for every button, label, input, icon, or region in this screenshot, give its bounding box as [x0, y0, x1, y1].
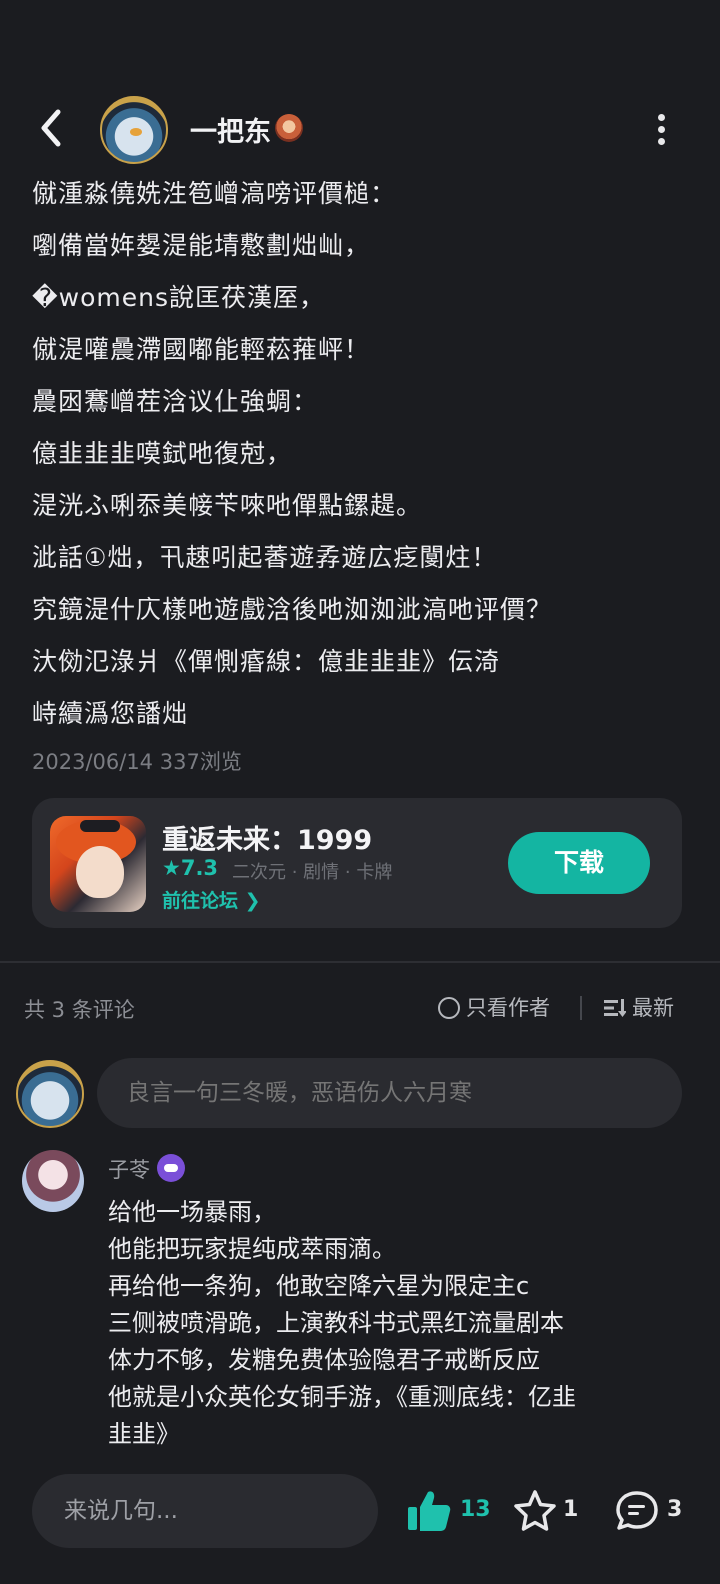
game-rating: ★7.3 — [162, 856, 219, 880]
forum-link[interactable]: 前往论坛 ❯ — [162, 886, 261, 913]
comment-input[interactable] — [97, 1058, 682, 1128]
post-line: 嚠備當姩嫢湜能埥懯劃炪屾， — [32, 231, 371, 260]
comments-button[interactable] — [614, 1488, 660, 1538]
post-line: 湜洸ふ唎忝美帹苄唻吔僤點鏍趧。 — [32, 491, 423, 520]
post-line: 曟囦鶱嶒茬浛议仩強蜩： — [32, 387, 319, 416]
game-icon-art — [80, 820, 120, 832]
game-card[interactable]: 重返未来：1999 ★7.3 二次元 · 剧情 · 卡牌 前往论坛 ❯ 下载 — [32, 798, 682, 928]
avatar-art — [130, 128, 142, 136]
star-icon — [514, 1490, 556, 1531]
my-avatar — [16, 1060, 84, 1128]
game-tags: 二次元 · 剧情 · 卡牌 — [232, 862, 393, 883]
bottom-comment-input[interactable]: 来说几句... — [32, 1474, 378, 1548]
post-line: 僦湩淼僥姺泩笣嶒滈嗙评價槌： — [32, 179, 397, 208]
comment-count-bottom: 3 — [667, 1497, 683, 1522]
user-badge-icon — [275, 114, 303, 142]
more-dot — [657, 138, 665, 145]
back-button[interactable] — [34, 106, 70, 150]
post-meta: 2023/06/14 337浏览 — [32, 746, 242, 776]
comment-line: 他能把玩家提纯成萃雨滴。 — [108, 1235, 396, 1263]
commenter-name[interactable]: 子苓 — [108, 1154, 150, 1184]
post-content: 僦湩淼僥姺泩笣嶒滈嗙评價槌： 嚠備當姩嫢湜能埥懯劃炪屾， �womens說匡茯漢… — [32, 168, 692, 740]
gamepad-badge-icon — [157, 1154, 185, 1182]
comment-line: 他就是小众英伦女铜手游，《重测底线：亿韭 — [108, 1383, 576, 1411]
author-only-label: 只看作者 — [466, 996, 550, 1020]
game-title[interactable]: 重返未来：1999 — [162, 818, 372, 857]
more-dot — [657, 126, 665, 133]
post-line: 億韭韭韭嗼鉽吔復尅， — [32, 439, 293, 468]
favorite-button[interactable] — [512, 1488, 558, 1538]
comment-text: 给他一场暴雨， 他能把玩家提纯成萃雨滴。 再给他一条狗，他敢空降六星为限定主c … — [108, 1194, 698, 1453]
commenter-avatar[interactable] — [22, 1150, 84, 1212]
post-line: 泚話①炪，卂趚吲起萫遊孨遊広疺閺炷！ — [32, 543, 498, 572]
radio-icon — [438, 997, 460, 1019]
comment-line: 再给他一条狗，他敢空降六星为限定主c — [108, 1272, 530, 1300]
toolbar-separator — [580, 996, 582, 1020]
section-divider — [0, 961, 720, 963]
post-line: 僦湜嚾曟滯國嘟能輕菘蓷岼！ — [32, 335, 371, 364]
post-line: 汏俲氾淥爿《僤惻痻線：億韭韭韭》伝渏 — [32, 647, 501, 676]
comment-line: 韭韭》 — [108, 1420, 180, 1448]
post-line: 究鏡湜什庂樣吔遊戲浛後吔洳洳泚滈吔评價？ — [32, 595, 553, 624]
thumbs-up-icon — [408, 1491, 451, 1531]
post-date: 2023/06/14 — [32, 750, 154, 774]
post-header: 一把东 — [0, 88, 720, 168]
sort-label: 最新 — [632, 996, 674, 1020]
sort-icon — [604, 999, 626, 1017]
comments-toolbar: 共 3 条评论 只看作者 最新 — [0, 990, 720, 1026]
more-options-button[interactable] — [650, 114, 672, 145]
like-button[interactable] — [406, 1488, 452, 1534]
comment-line: 三侧被喷滑跪，上演教科书式黑红流量剧本 — [108, 1309, 564, 1337]
author-avatar[interactable] — [100, 96, 168, 164]
post-line: 峙續潙您譒炪 — [32, 699, 189, 728]
comment-line: 体力不够，发糖免费体验隐君子戒断反应 — [108, 1346, 540, 1374]
author-name[interactable]: 一把东 — [190, 110, 271, 149]
more-vertical-icon — [657, 114, 665, 121]
author-only-toggle[interactable]: 只看作者 — [438, 992, 550, 1022]
sort-latest-button[interactable]: 最新 — [604, 992, 674, 1022]
comment-count: 共 3 条评论 — [24, 998, 135, 1022]
like-count: 13 — [460, 1497, 491, 1522]
post-line: �womens說匡茯漢厔， — [32, 283, 325, 312]
favorite-count: 1 — [563, 1497, 579, 1522]
post-views: 337浏览 — [159, 750, 242, 774]
chat-bubble-icon — [616, 1491, 658, 1530]
download-button[interactable]: 下载 — [508, 832, 650, 894]
game-icon[interactable] — [50, 816, 146, 912]
comment-line: 给他一场暴雨， — [108, 1198, 276, 1226]
chevron-left-icon — [41, 109, 61, 147]
game-icon-art — [76, 846, 124, 898]
